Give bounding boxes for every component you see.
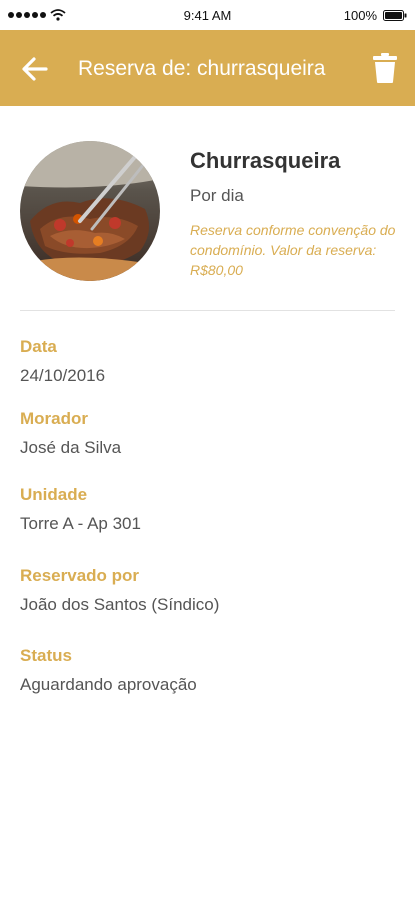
field-label-unit: Unidade: [20, 485, 88, 504]
field-label-date: Data: [20, 337, 57, 356]
field-value-date: 24/10/2016: [20, 366, 106, 385]
facility-photo: [20, 141, 160, 281]
trash-icon[interactable]: [373, 53, 397, 83]
field-label-reserved-by: Reservado por: [20, 566, 140, 585]
facility-period: Por dia: [190, 186, 244, 205]
app-header: Reserva de: churrasqueira: [0, 30, 415, 106]
page-title: Reserva de: churrasqueira: [78, 57, 326, 80]
battery-icon: [383, 10, 407, 21]
status-bar: 9:41 AM 100%: [0, 0, 415, 30]
facility-name: Churrasqueira: [190, 148, 341, 173]
facility-note: Reserva conforme convenção do condomínio…: [190, 222, 396, 278]
field-value-reserved-by: João dos Santos (Síndico): [20, 595, 220, 614]
divider: [20, 310, 395, 311]
field-value-unit: Torre A - Ap 301: [20, 514, 141, 533]
battery-percentage: 100%: [343, 8, 377, 23]
field-label-resident: Morador: [20, 409, 88, 428]
field-value-resident: José da Silva: [20, 438, 122, 457]
arrow-left-icon[interactable]: [20, 54, 50, 84]
field-label-status: Status: [20, 646, 72, 665]
field-value-status: Aguardando aprovação: [20, 675, 197, 694]
